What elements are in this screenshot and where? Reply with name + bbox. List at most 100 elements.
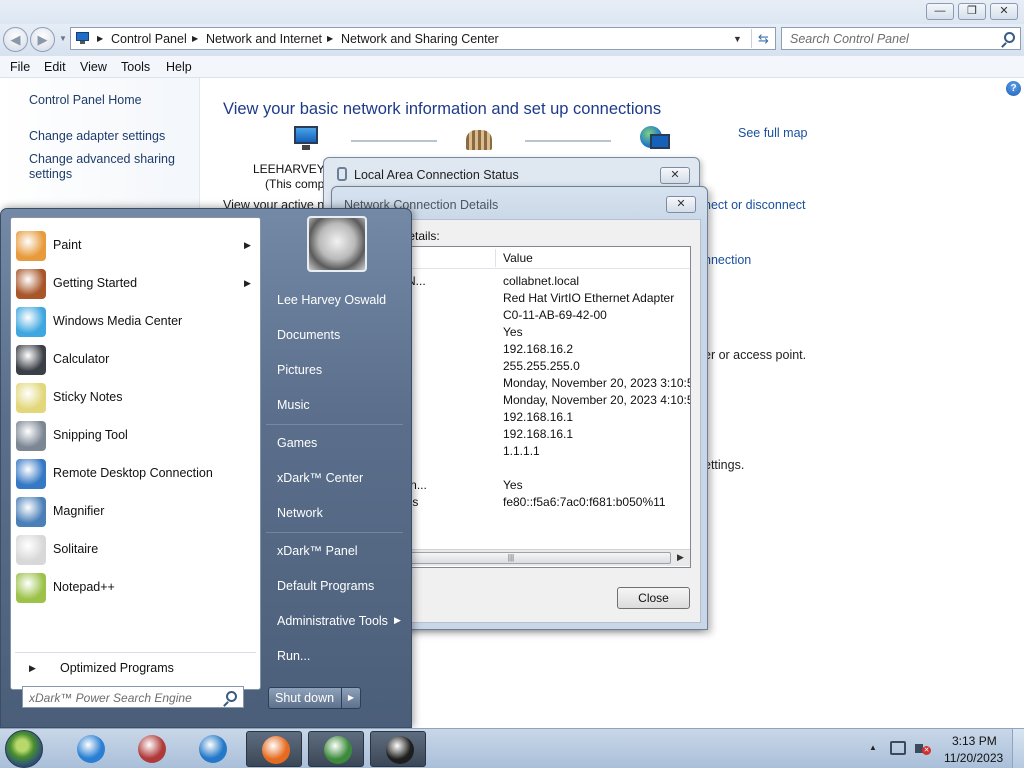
- start-program-item[interactable]: Getting Started ▶: [13, 266, 259, 302]
- close-details-x-button[interactable]: ✕: [666, 196, 696, 213]
- menu-edit[interactable]: Edit: [44, 60, 66, 74]
- detail-value: Red Hat VirtIO Ethernet Adapter: [503, 291, 675, 305]
- detail-value: C0-11-AB-69-42-00: [503, 308, 607, 322]
- dialog-title: Local Area Connection Status: [354, 168, 519, 182]
- detail-value: 192.168.16.1: [503, 410, 574, 424]
- start-link-documents[interactable]: Documents: [277, 328, 340, 342]
- taskbar-button[interactable]: [184, 731, 240, 767]
- recent-pages-chevron-icon[interactable]: ▼: [59, 34, 67, 43]
- menu-tools[interactable]: Tools: [121, 60, 150, 74]
- detail-value: 192.168.16.2: [503, 342, 574, 356]
- breadcrumb-network-sharing-center[interactable]: Network and Sharing Center: [341, 32, 499, 46]
- calculator-icon: [16, 345, 46, 375]
- clock-time[interactable]: 3:13 PM: [952, 734, 997, 748]
- local-area-connection-link[interactable]: nnection: [704, 253, 751, 267]
- tray-network-icon[interactable]: [890, 741, 906, 755]
- start-link-games[interactable]: Games: [277, 436, 317, 450]
- scroll-right-arrow-icon[interactable]: ▶: [677, 552, 684, 563]
- taskbar-button[interactable]: [246, 731, 302, 767]
- start-program-item[interactable]: Windows Media Center: [13, 304, 259, 340]
- start-search-input[interactable]: xDark™ Power Search Engine: [22, 686, 244, 708]
- minimize-button[interactable]: —: [926, 3, 954, 20]
- close-dialog-button[interactable]: ✕: [660, 167, 690, 184]
- start-orb-button[interactable]: [5, 730, 43, 768]
- start-link-default-programs[interactable]: Default Programs: [277, 579, 374, 593]
- search-control-panel-input[interactable]: Search Control Panel: [781, 27, 1021, 50]
- computer-name: LEEHARVEYO: [253, 162, 335, 176]
- start-program-item[interactable]: Magnifier: [13, 494, 259, 530]
- user-avatar[interactable]: [307, 216, 367, 272]
- show-desktop-button[interactable]: [1012, 729, 1024, 768]
- connect-disconnect-link[interactable]: nect or disconnect: [704, 198, 805, 212]
- taskbar-button[interactable]: [123, 731, 179, 767]
- administrative-tools-arrow-icon[interactable]: ▶: [394, 615, 401, 626]
- start-program-label: Calculator: [53, 352, 110, 366]
- help-icon[interactable]: ?: [1006, 81, 1021, 96]
- breadcrumb-arrow-icon[interactable]: ▶: [192, 34, 198, 43]
- menu-help[interactable]: Help: [166, 60, 192, 74]
- column-header-value[interactable]: Value: [503, 251, 533, 265]
- internet-globe-icon: [638, 126, 672, 154]
- taskbar-button[interactable]: [62, 731, 118, 767]
- maximize-button[interactable]: ❐: [958, 3, 986, 20]
- start-program-item[interactable]: Snipping Tool: [13, 418, 259, 454]
- start-program-label: Paint: [53, 238, 82, 252]
- shut-down-options-arrow-icon[interactable]: ▶: [341, 688, 360, 708]
- start-program-item[interactable]: Remote Desktop Connection: [13, 456, 259, 492]
- menu-view[interactable]: View: [80, 60, 107, 74]
- close-window-button[interactable]: ✕: [990, 3, 1018, 20]
- start-program-item[interactable]: Sticky Notes: [13, 380, 259, 416]
- detail-value: Monday, November 20, 2023 4:10:55 PM: [503, 393, 690, 407]
- change-advanced-sharing-link-2[interactable]: settings: [29, 167, 72, 182]
- address-bar[interactable]: ▶ Control Panel ▶ Network and Internet ▶…: [70, 27, 776, 50]
- optimized-programs-arrow-icon[interactable]: ▶: [29, 663, 36, 674]
- film-app-icon: [138, 735, 166, 763]
- start-link-network[interactable]: Network: [277, 506, 323, 520]
- menu-file[interactable]: File: [10, 60, 30, 74]
- optimized-programs-item[interactable]: Optimized Programs: [60, 661, 174, 675]
- change-advanced-sharing-link[interactable]: Change advanced sharing: [29, 152, 175, 167]
- start-link-xdark-center[interactable]: xDark™ Center: [277, 471, 363, 485]
- start-link-xdark-panel[interactable]: xDark™ Panel: [277, 544, 358, 558]
- search-icon[interactable]: [226, 691, 237, 702]
- taskbar-button[interactable]: [308, 731, 364, 767]
- start-program-item[interactable]: Solitaire: [13, 532, 259, 568]
- address-dropdown-chevron-icon[interactable]: ▼: [733, 34, 742, 44]
- taskbar-button[interactable]: [370, 731, 426, 767]
- refresh-icon[interactable]: ⇆: [751, 29, 775, 48]
- music-note-icon: [199, 735, 227, 763]
- start-link-pictures[interactable]: Pictures: [277, 363, 322, 377]
- chrome-icon: [324, 736, 352, 764]
- start-program-item[interactable]: Paint ▶: [13, 228, 259, 264]
- tray-volume-muted-icon[interactable]: ✕: [915, 741, 931, 756]
- start-program-label: Remote Desktop Connection: [53, 466, 213, 480]
- breadcrumb-arrow-icon[interactable]: ▶: [97, 34, 103, 43]
- submenu-arrow-icon[interactable]: ▶: [244, 240, 251, 251]
- access-point-text: er or access point.: [704, 348, 807, 362]
- shut-down-label: Shut down: [275, 691, 335, 705]
- search-icon[interactable]: [1004, 32, 1015, 43]
- breadcrumb-network-internet[interactable]: Network and Internet: [206, 32, 322, 46]
- detail-value: collabnet.local: [503, 274, 580, 288]
- computer-subtitle: (This comp: [265, 177, 325, 191]
- start-link-music[interactable]: Music: [277, 398, 310, 412]
- breadcrumb-arrow-icon[interactable]: ▶: [327, 34, 333, 43]
- control-panel-home-link[interactable]: Control Panel Home: [29, 93, 142, 108]
- forward-button[interactable]: ▶: [30, 27, 55, 52]
- start-program-item[interactable]: Calculator: [13, 342, 259, 378]
- back-button[interactable]: ◀: [3, 27, 28, 52]
- start-link-user[interactable]: Lee Harvey Oswald: [277, 293, 386, 307]
- paint-icon: [16, 231, 46, 261]
- sticky-notes-icon: [16, 383, 46, 413]
- show-hidden-icons-arrow-icon[interactable]: ▲: [869, 743, 877, 752]
- shut-down-button[interactable]: Shut down ▶: [268, 687, 361, 709]
- submenu-arrow-icon[interactable]: ▶: [244, 278, 251, 289]
- clock-date[interactable]: 11/20/2023: [944, 751, 1003, 765]
- start-link-run[interactable]: Run...: [277, 649, 310, 663]
- start-program-item[interactable]: Notepad++: [13, 570, 259, 606]
- close-button[interactable]: Close: [617, 587, 690, 609]
- start-link-administrative-tools[interactable]: Administrative Tools: [277, 614, 388, 628]
- change-adapter-settings-link[interactable]: Change adapter settings: [29, 129, 165, 144]
- breadcrumb-control-panel[interactable]: Control Panel: [111, 32, 187, 46]
- see-full-map-link[interactable]: See full map: [738, 126, 807, 140]
